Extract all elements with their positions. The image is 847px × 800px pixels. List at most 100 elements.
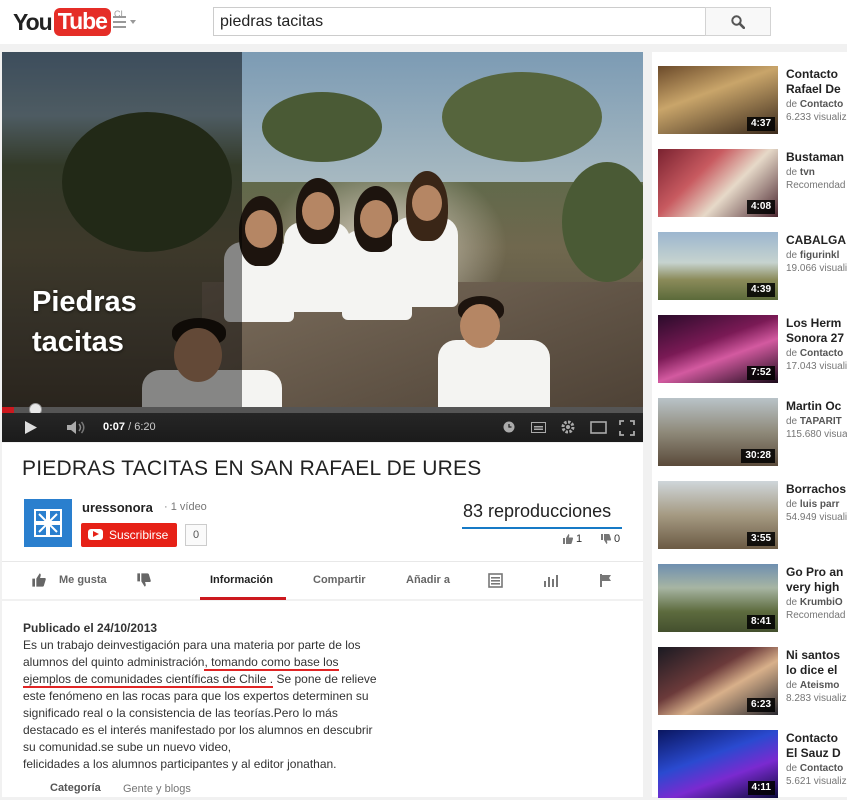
related-video-item[interactable]: 30:28 Martin Oc de TAPARIT 115.680 visualiz <box>658 398 847 468</box>
subscribe-label: Suscribirse <box>109 528 169 542</box>
fullscreen-icon[interactable] <box>619 420 635 436</box>
related-video-channel: de figurinkl <box>786 250 840 261</box>
video-duration: 7:52 <box>746 366 775 380</box>
video-duration: 3:55 <box>746 532 775 546</box>
related-video-thumbnail[interactable]: 8:41 <box>658 564 778 632</box>
logo-text-tube: Tube <box>53 8 111 36</box>
related-video-title[interactable]: Contacto Rafael De <box>786 67 847 97</box>
related-video-title[interactable]: Ni santos lo dice el <box>786 648 847 678</box>
description-line: alumnos del quinto administración, toman… <box>23 654 418 671</box>
channel-logo-icon <box>34 509 62 537</box>
related-video-thumbnail[interactable]: 7:52 <box>658 315 778 383</box>
video-player[interactable]: Piedras tacitas 0:07 / 6:20 <box>2 52 643 442</box>
description-line: este fenómeno en las rocas para que los … <box>23 689 369 703</box>
watch-later-icon[interactable] <box>503 421 515 433</box>
related-video-thumbnail[interactable]: 4:39 <box>658 232 778 300</box>
youtube-logo[interactable]: You Tube CL <box>13 8 125 36</box>
related-video-item[interactable]: 4:37 Contacto Rafael De de Contacto 6.233 v… <box>658 66 847 136</box>
description-text: Es un trabajo deinvestigación para una m… <box>23 637 418 773</box>
dislikes-value: 0 <box>614 533 621 545</box>
video-duration: 4:08 <box>746 200 775 214</box>
related-video-item[interactable]: 4:39 CABALGA de figurinkl 19.066 visualiz <box>658 232 847 302</box>
dislike-count[interactable]: 0 <box>600 533 620 545</box>
description-fragment: alumnos del quinto administración <box>23 655 205 669</box>
video-duration: 30:28 <box>741 449 775 463</box>
related-videos-sidebar: 4:37 Contacto Rafael De de Contacto 6.233 v… <box>652 52 847 800</box>
related-video-channel: de luis parr <box>786 499 840 510</box>
related-video-title[interactable]: Go Pro an very high <box>786 565 847 595</box>
view-count: 83 reproducciones <box>463 501 612 521</box>
related-video-item[interactable]: 7:52 Los Herm Sonora 27 de Contacto 17.043 … <box>658 315 847 385</box>
like-button[interactable]: Me gusta <box>59 574 107 586</box>
duration: / 6:20 <box>128 421 156 433</box>
chevron-down-icon <box>130 20 136 24</box>
search-input[interactable] <box>213 7 706 36</box>
description-line: felicidades a los alumnos participantes … <box>23 757 337 771</box>
gear-icon[interactable] <box>560 419 576 435</box>
publish-date: Publicado el 24/10/2013 <box>23 621 158 635</box>
related-video-title[interactable]: Bustaman <box>786 150 847 165</box>
tab-share[interactable]: Compartir <box>313 574 366 586</box>
related-video-channel: de Contacto <box>786 99 844 110</box>
watch-info-panel: PIEDRAS TACITAS EN SAN RAFAEL DE URES ur… <box>2 443 643 600</box>
search-button[interactable] <box>705 7 771 36</box>
channel-video-count[interactable]: · 1 vídeo <box>164 501 207 513</box>
related-video-channel: de Ateismo <box>786 680 840 691</box>
logo-text-you: You <box>13 9 53 35</box>
like-button-icon[interactable] <box>31 572 47 588</box>
flag-icon[interactable] <box>599 573 614 588</box>
related-video-title[interactable]: CABALGA <box>786 233 847 248</box>
guide-menu-button[interactable] <box>113 14 139 30</box>
video-title: PIEDRAS TACITAS EN SAN RAFAEL DE URES <box>22 457 482 480</box>
related-video-thumbnail[interactable]: 3:55 <box>658 481 778 549</box>
transcript-icon[interactable] <box>488 573 503 588</box>
overlay-title-line: tacitas <box>32 326 124 358</box>
like-count[interactable]: 1 <box>562 533 582 545</box>
related-video-thumbnail[interactable]: 4:08 <box>658 149 778 217</box>
related-video-views: Recomendad <box>786 610 846 621</box>
thumbs-up-icon <box>563 534 574 544</box>
player-controls: 0:07 / 6:20 <box>2 413 643 442</box>
related-video-thumbnail[interactable]: 4:11 <box>658 730 778 798</box>
captions-icon[interactable] <box>531 422 546 433</box>
related-video-item[interactable]: 4:08 Bustaman de tvn Recomendad <box>658 149 847 219</box>
related-video-title[interactable]: Contacto El Sauz D <box>786 731 847 761</box>
subscriber-count: 0 <box>185 524 207 546</box>
dislike-button-icon[interactable] <box>136 572 152 588</box>
related-video-item[interactable]: 3:55 Borrachos de luis parr 54.949 visualiz <box>658 481 847 551</box>
description-line: ejemplos de comunidades científicas de C… <box>23 671 418 688</box>
related-video-channel: de Contacto <box>786 763 844 774</box>
overlay-title-line: Piedras <box>32 286 137 318</box>
related-video-title[interactable]: Borrachos <box>786 482 847 497</box>
channel-name[interactable]: uressonora <box>82 500 153 515</box>
related-video-item[interactable]: 4:11 Contacto El Sauz D de Contacto 5.621 v… <box>658 730 847 800</box>
related-video-item[interactable]: 6:23 Ni santos lo dice el de Ateismo 8.283 … <box>658 647 847 717</box>
related-video-thumbnail[interactable]: 30:28 <box>658 398 778 466</box>
related-video-thumbnail[interactable]: 6:23 <box>658 647 778 715</box>
description-line: Es un trabajo deinvestigación para una m… <box>23 638 361 652</box>
related-video-item[interactable]: 8:41 Go Pro an very high de KrumbiO Recomen… <box>658 564 847 634</box>
related-video-views: 54.949 visualiz <box>786 512 847 523</box>
subscribe-button[interactable]: Suscribirse <box>81 523 178 547</box>
channel-avatar[interactable] <box>24 499 72 547</box>
description-line: destacado es el interés manifestado por … <box>23 723 373 737</box>
related-video-title[interactable]: Martin Oc <box>786 399 847 414</box>
thumbs-down-icon <box>601 534 612 544</box>
video-frame[interactable]: Piedras tacitas <box>2 52 643 407</box>
like-ratio-bar <box>462 527 622 529</box>
theater-mode-icon[interactable] <box>590 421 607 434</box>
category-label: Categoría <box>50 782 101 794</box>
tab-information[interactable]: Información <box>210 574 273 586</box>
tab-add-to[interactable]: Añadir a <box>406 574 450 586</box>
statistics-icon[interactable] <box>543 573 558 588</box>
related-video-views: 8.283 visualiz <box>786 693 847 704</box>
related-video-title[interactable]: Los Herm Sonora 27 <box>786 316 847 346</box>
volume-icon[interactable] <box>66 420 88 435</box>
description-fragment: Se pone de relieve <box>273 672 377 686</box>
related-video-thumbnail[interactable]: 4:37 <box>658 66 778 134</box>
category-value[interactable]: Gente y blogs <box>123 783 191 795</box>
video-overlay-title: Piedras tacitas <box>32 282 137 362</box>
related-video-channel: de tvn <box>786 167 815 178</box>
likes-value: 1 <box>576 533 583 545</box>
play-icon[interactable] <box>24 420 38 435</box>
